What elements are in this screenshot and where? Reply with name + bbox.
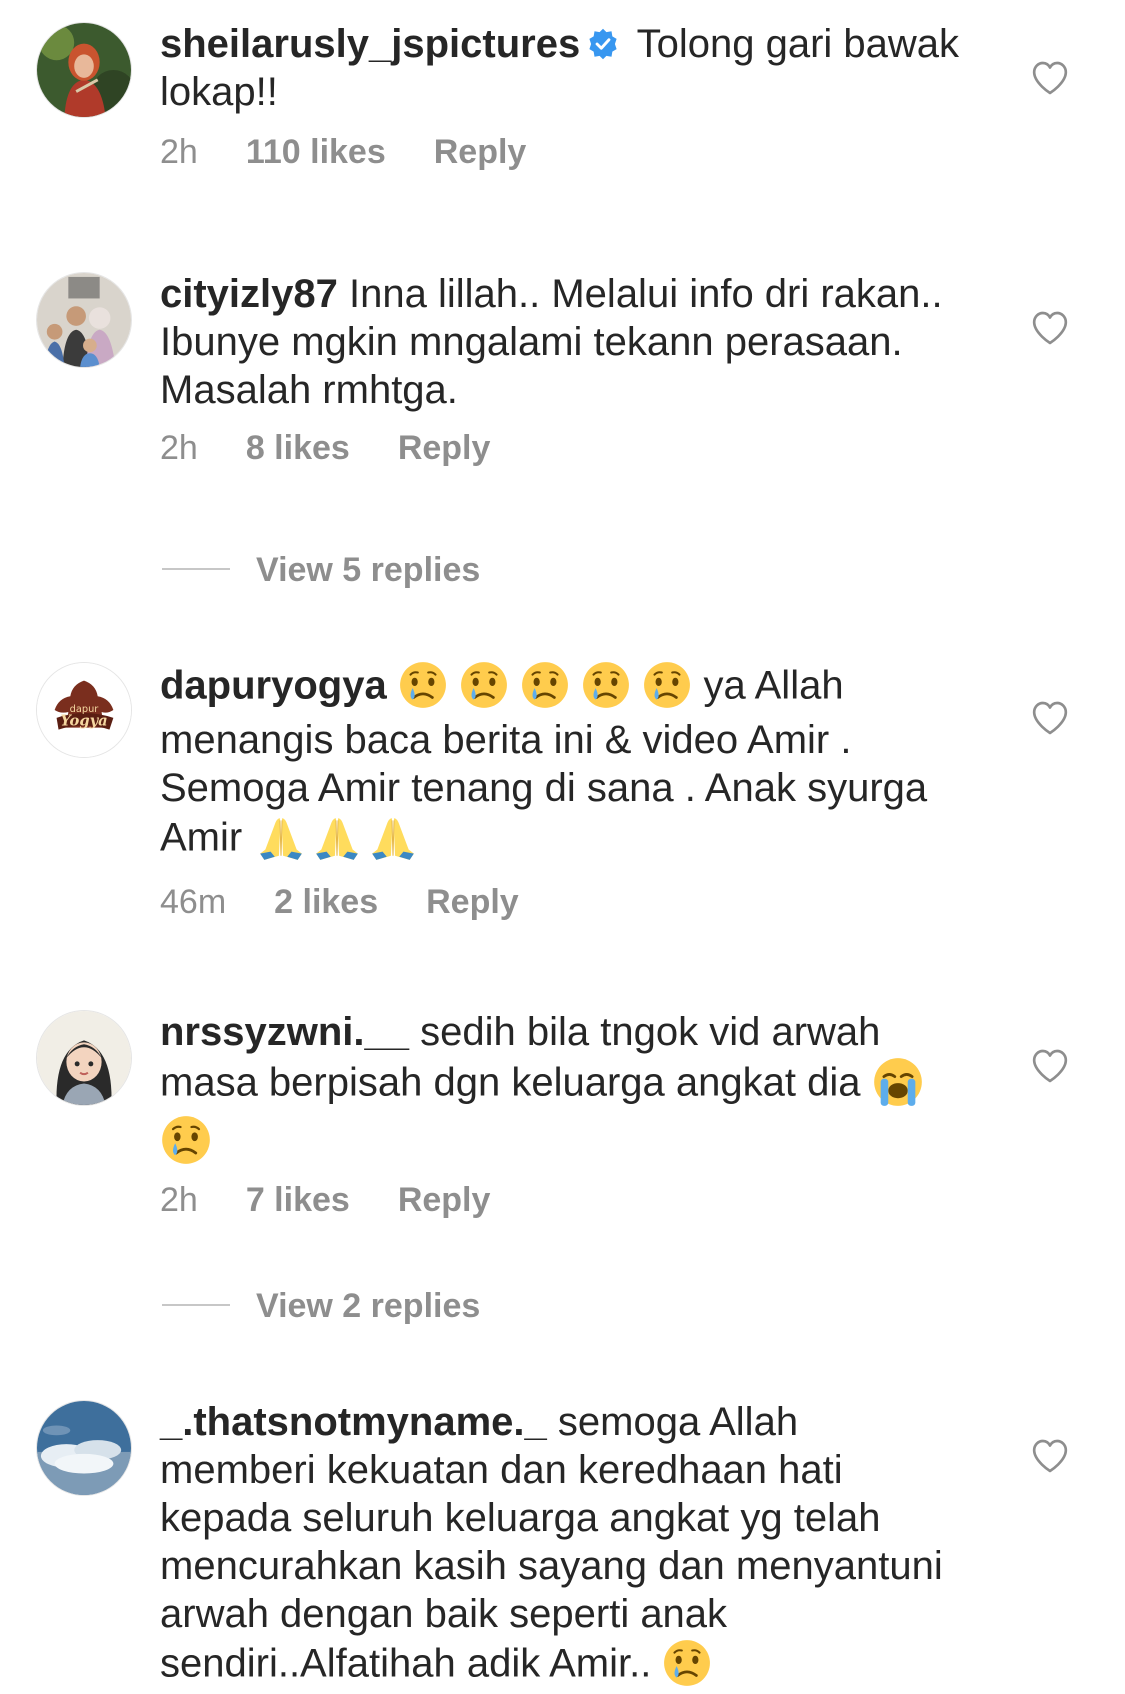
comment-meta: 2h 8 likes Reply xyxy=(160,428,538,468)
view-replies-button[interactable]: View 2 replies xyxy=(162,1286,480,1326)
folded-hands-emoji xyxy=(253,812,309,862)
comment-body: nrssyzwni.__ sedih bila tngok vid arwah … xyxy=(160,1008,960,1172)
comment-username[interactable]: nrssyzwni.__ xyxy=(160,1010,409,1054)
comment-username[interactable]: sheilarusly_jspictures xyxy=(160,22,580,66)
avatar[interactable] xyxy=(36,272,132,368)
reply-button[interactable]: Reply xyxy=(398,1181,491,1219)
loudly-crying-face-emoji xyxy=(872,1056,924,1108)
comment-time: 46m xyxy=(160,883,227,921)
svg-text:Yogya: Yogya xyxy=(60,713,107,730)
comment-body: cityizly87 Inna lillah.. Melalui info dr… xyxy=(160,270,960,414)
comment-time: 2h xyxy=(160,1181,198,1219)
like-heart-icon[interactable] xyxy=(1030,58,1070,98)
comment-time: 2h xyxy=(160,133,198,171)
avatar[interactable] xyxy=(36,22,132,118)
view-replies-label: View 2 replies xyxy=(256,1287,481,1325)
like-heart-icon[interactable] xyxy=(1030,1046,1070,1086)
crying-face-emoji xyxy=(398,660,448,710)
comment-meta: 2h 7 likes Reply xyxy=(160,1180,538,1220)
crying-face-emoji xyxy=(581,660,631,710)
folded-hands-emoji xyxy=(309,812,365,862)
divider-line xyxy=(162,1304,230,1307)
comment-likes[interactable]: 7 likes xyxy=(246,1181,350,1219)
comment-username[interactable]: _.thatsnotmyname._ xyxy=(160,1400,547,1444)
avatar[interactable] xyxy=(36,1010,132,1106)
folded-hands-emoji xyxy=(365,812,421,862)
reply-button[interactable]: Reply xyxy=(434,133,527,171)
view-replies-button[interactable]: View 5 replies xyxy=(162,550,480,590)
comment-body: dapuryogya ya Allah menangis baca berita… xyxy=(160,660,960,868)
comment-meta: 2h 110 likes Reply xyxy=(160,132,574,172)
comment-time: 2h xyxy=(160,429,198,467)
crying-face-emoji xyxy=(642,660,692,710)
comment-likes[interactable]: 2 likes xyxy=(274,883,378,921)
avatar[interactable]: dapur Yogya xyxy=(36,662,132,758)
reply-button[interactable]: Reply xyxy=(426,883,519,921)
crying-face-emoji xyxy=(662,1638,712,1688)
comment-meta: 46m 2 likes Reply xyxy=(160,882,567,922)
comment-username[interactable]: cityizly87 xyxy=(160,272,338,316)
comment-body: _.thatsnotmyname._ semoga Allah memberi … xyxy=(160,1398,960,1694)
view-replies-label: View 5 replies xyxy=(256,551,481,589)
comment-body: sheilarusly_jspictures Tolong gari bawak… xyxy=(160,20,960,116)
avatar[interactable] xyxy=(36,1400,132,1496)
verified-badge-icon xyxy=(586,27,620,61)
comment-likes[interactable]: 110 likes xyxy=(246,133,386,171)
like-heart-icon[interactable] xyxy=(1030,308,1070,348)
comment-username[interactable]: dapuryogya xyxy=(160,664,387,708)
like-heart-icon[interactable] xyxy=(1030,698,1070,738)
like-heart-icon[interactable] xyxy=(1030,1436,1070,1476)
divider-line xyxy=(162,568,230,571)
crying-face-emoji xyxy=(459,660,509,710)
comment-likes[interactable]: 8 likes xyxy=(246,429,350,467)
crying-face-emoji xyxy=(160,1114,212,1166)
reply-button[interactable]: Reply xyxy=(398,429,491,467)
crying-face-emoji xyxy=(520,660,570,710)
